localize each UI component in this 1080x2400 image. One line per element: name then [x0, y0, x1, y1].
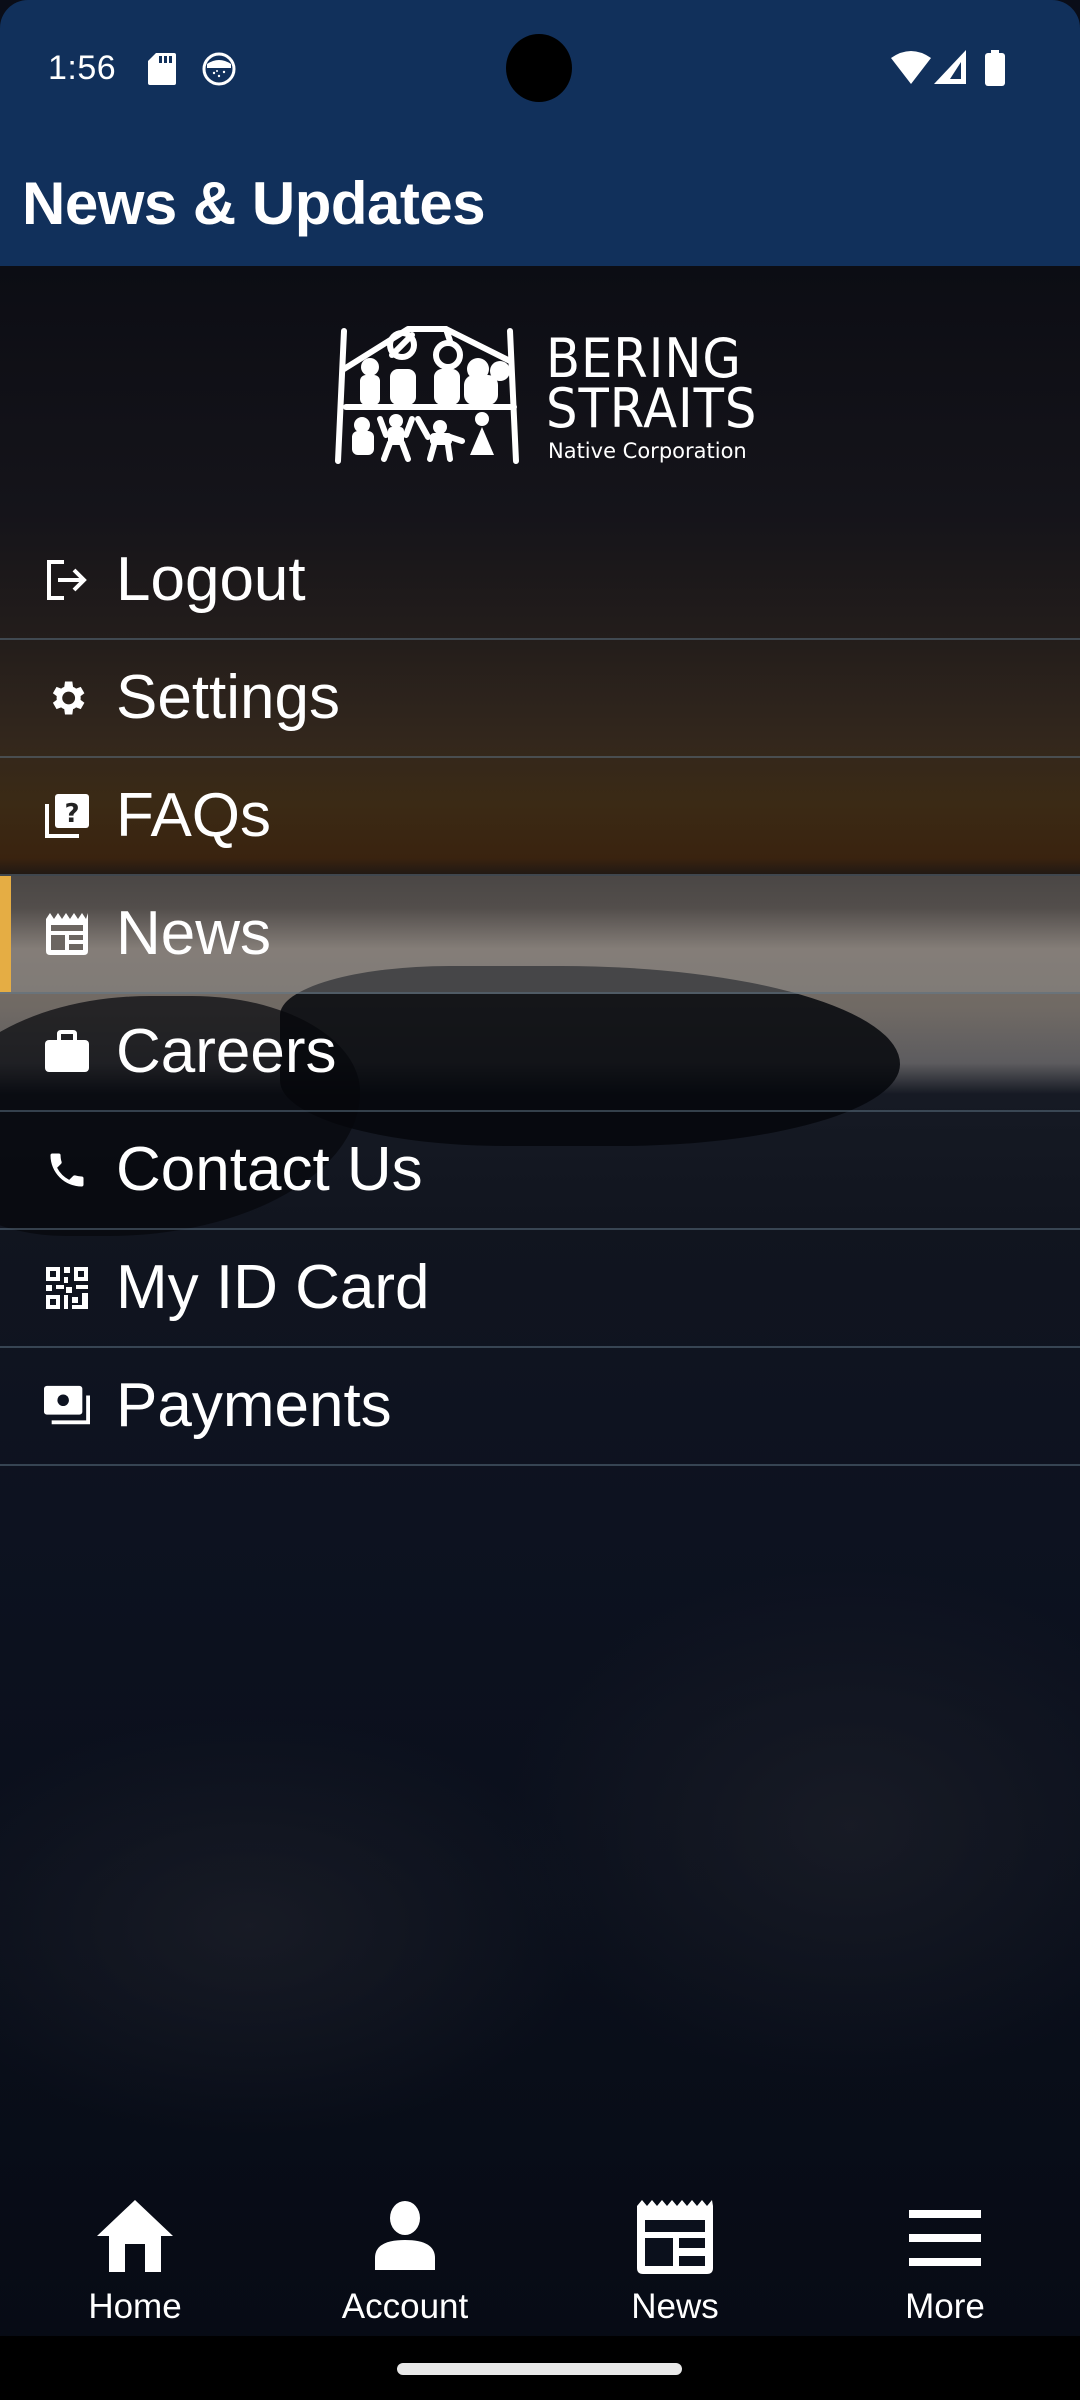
logo-mark-icon	[335, 326, 519, 464]
drawer-menu: Logout Settings ? FAQs News Careers Cont…	[0, 522, 1080, 1466]
menu-item-logout[interactable]: Logout	[0, 522, 1080, 640]
menu-item-label: Careers	[116, 1017, 337, 1086]
newspaper-icon	[44, 911, 90, 957]
menu-item-careers[interactable]: Careers	[0, 994, 1080, 1112]
gear-icon	[44, 675, 90, 721]
menu-item-label: My ID Card	[116, 1253, 430, 1322]
menu-item-label: News	[116, 899, 272, 968]
menu-item-my-id-card[interactable]: My ID Card	[0, 1230, 1080, 1348]
newspaper-icon	[637, 2200, 713, 2274]
logo-line-2: STRAITS	[546, 377, 758, 440]
sd-card-icon	[148, 53, 176, 85]
bottom-navigation: Home Account News More	[0, 2160, 1080, 2336]
nav-tab-news[interactable]: News	[540, 2160, 810, 2336]
system-gesture-bar	[0, 2336, 1080, 2400]
page-title: News & Updates	[22, 170, 486, 237]
nav-label: News	[631, 2287, 719, 2326]
menu-item-label: FAQs	[116, 781, 272, 850]
menu-item-label: Payments	[116, 1371, 392, 1440]
bering-straits-logo: BERING STRAITS Native Corporation	[330, 323, 758, 465]
menu-item-contact-us[interactable]: Contact Us	[0, 1112, 1080, 1230]
logout-icon	[44, 557, 90, 603]
payments-icon	[44, 1383, 90, 1429]
briefcase-icon	[44, 1029, 90, 1075]
svg-text:?: ?	[64, 799, 79, 829]
wifi-icon	[891, 51, 931, 84]
menu-item-faqs[interactable]: ? FAQs	[0, 758, 1080, 876]
phone-icon	[44, 1147, 90, 1193]
app-header: 1:56 News & Updates	[0, 0, 1080, 266]
menu-item-settings[interactable]: Settings	[0, 640, 1080, 758]
menu-icon	[909, 2210, 981, 2266]
nav-label: More	[905, 2287, 985, 2326]
menu-item-label: Contact Us	[116, 1135, 423, 1204]
nav-label: Account	[341, 2287, 469, 2326]
nav-tab-more[interactable]: More	[810, 2160, 1080, 2336]
qr-code-icon	[44, 1265, 90, 1311]
menu-item-payments[interactable]: Payments	[0, 1348, 1080, 1466]
menu-item-news[interactable]: News	[0, 876, 1080, 994]
status-time: 1:56	[48, 49, 117, 87]
nav-tab-account[interactable]: Account	[270, 2160, 540, 2336]
camera-cutout	[506, 34, 572, 102]
battery-icon	[985, 50, 1005, 86]
faq-icon: ?	[44, 793, 90, 839]
home-gesture-handle[interactable]	[397, 2363, 682, 2375]
nav-tab-home[interactable]: Home	[0, 2160, 270, 2336]
notification-app-icon	[202, 52, 236, 86]
menu-item-label: Settings	[116, 663, 341, 732]
home-icon	[97, 2200, 173, 2272]
cellular-signal-icon	[934, 50, 966, 84]
logo-line-3: Native Corporation	[548, 439, 747, 463]
person-icon	[375, 2201, 435, 2270]
menu-item-label: Logout	[116, 545, 306, 614]
nav-label: Home	[88, 2287, 182, 2326]
